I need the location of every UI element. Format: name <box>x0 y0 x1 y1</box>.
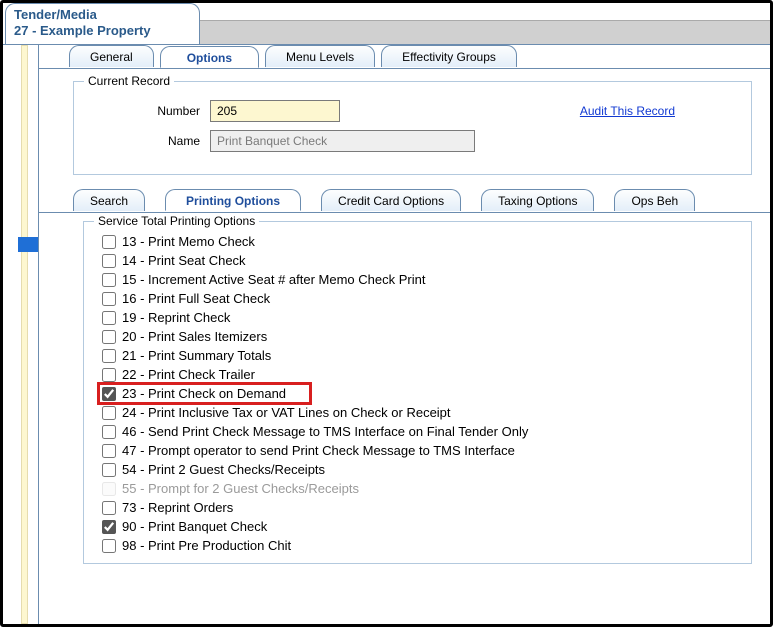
header-area: Tender/Media 27 - Example Property <box>3 3 770 47</box>
tab-effectivity-groups[interactable]: Effectivity Groups <box>381 45 517 67</box>
option-label: 47 - Prompt operator to send Print Check… <box>122 443 515 458</box>
name-label: Name <box>90 134 210 148</box>
option-label: 90 - Print Banquet Check <box>122 519 267 534</box>
option-label: 14 - Print Seat Check <box>122 253 246 268</box>
option-row[interactable]: 90 - Print Banquet Check <box>102 517 741 536</box>
option-checkbox[interactable] <box>102 311 116 325</box>
option-checkbox[interactable] <box>102 406 116 420</box>
option-label: 15 - Increment Active Seat # after Memo … <box>122 272 425 287</box>
option-checkbox[interactable] <box>102 463 116 477</box>
header-right-bar <box>200 20 770 47</box>
option-checkbox[interactable] <box>102 444 116 458</box>
option-label: 24 - Print Inclusive Tax or VAT Lines on… <box>122 405 451 420</box>
printing-options-legend: Service Total Printing Options <box>94 214 259 228</box>
option-row[interactable]: 73 - Reprint Orders <box>102 498 741 517</box>
top-tab-row: General Options Menu Levels Effectivity Gro… <box>39 45 770 69</box>
option-row[interactable]: 46 - Send Print Check Message to TMS Int… <box>102 422 741 441</box>
option-label: 55 - Prompt for 2 Guest Checks/Receipts <box>122 481 359 496</box>
option-checkbox[interactable] <box>102 292 116 306</box>
tab-options[interactable]: Options <box>160 46 259 68</box>
option-row[interactable]: 22 - Print Check Trailer <box>102 365 741 384</box>
number-field[interactable] <box>210 100 340 122</box>
option-checkbox[interactable] <box>102 539 116 553</box>
option-row[interactable]: 15 - Increment Active Seat # after Memo … <box>102 270 741 289</box>
subtab-search[interactable]: Search <box>73 189 145 211</box>
tab-menu-levels[interactable]: Menu Levels <box>265 45 375 67</box>
option-row[interactable]: 13 - Print Memo Check <box>102 232 741 251</box>
option-row[interactable]: 23 - Print Check on Demand <box>102 384 741 403</box>
sub-tab-row: Search Printing Options Credit Card Option… <box>39 189 770 213</box>
current-record-legend: Current Record <box>84 74 174 88</box>
option-checkbox[interactable] <box>102 254 116 268</box>
option-row[interactable]: 47 - Prompt operator to send Print Check… <box>102 441 741 460</box>
gutter-stripe <box>21 45 28 624</box>
printing-options-group: Service Total Printing Options 13 - Prin… <box>83 221 752 564</box>
option-row[interactable]: 24 - Print Inclusive Tax or VAT Lines on… <box>102 403 741 422</box>
subtab-taxing-options[interactable]: Taxing Options <box>481 189 594 211</box>
option-checkbox[interactable] <box>102 387 116 401</box>
left-gutter <box>3 44 38 624</box>
option-label: 22 - Print Check Trailer <box>122 367 255 382</box>
audit-link[interactable]: Audit This Record <box>580 104 675 118</box>
option-label: 98 - Print Pre Production Chit <box>122 538 291 553</box>
subtab-credit-card-options[interactable]: Credit Card Options <box>321 189 461 211</box>
option-label: 21 - Print Summary Totals <box>122 348 271 363</box>
option-checkbox[interactable] <box>102 330 116 344</box>
option-row: 55 - Prompt for 2 Guest Checks/Receipts <box>102 479 741 498</box>
number-label: Number <box>90 104 210 118</box>
subtab-ops-beh[interactable]: Ops Beh <box>614 189 695 211</box>
subtab-printing-options[interactable]: Printing Options <box>165 189 301 211</box>
option-checkbox[interactable] <box>102 520 116 534</box>
option-label: 46 - Send Print Check Message to TMS Int… <box>122 424 528 439</box>
option-checkbox[interactable] <box>102 501 116 515</box>
option-row[interactable]: 98 - Print Pre Production Chit <box>102 536 741 555</box>
main-area: General Options Menu Levels Effectivity Gro… <box>38 44 770 624</box>
current-record-group: Current Record Number Audit This Record … <box>73 81 752 175</box>
option-checkbox[interactable] <box>102 273 116 287</box>
option-label: 73 - Reprint Orders <box>122 500 233 515</box>
option-label: 19 - Reprint Check <box>122 310 230 325</box>
header-tab: Tender/Media 27 - Example Property <box>5 3 200 44</box>
option-row[interactable]: 21 - Print Summary Totals <box>102 346 741 365</box>
option-checkbox <box>102 482 116 496</box>
option-checkbox[interactable] <box>102 425 116 439</box>
option-checkbox[interactable] <box>102 349 116 363</box>
name-field[interactable] <box>210 130 475 152</box>
option-checkbox[interactable] <box>102 368 116 382</box>
option-row[interactable]: 20 - Print Sales Itemizers <box>102 327 741 346</box>
tab-general[interactable]: General <box>69 45 154 67</box>
option-row[interactable]: 19 - Reprint Check <box>102 308 741 327</box>
option-row[interactable]: 54 - Print 2 Guest Checks/Receipts <box>102 460 741 479</box>
option-label: 20 - Print Sales Itemizers <box>122 329 267 344</box>
option-row[interactable]: 14 - Print Seat Check <box>102 251 741 270</box>
option-label: 16 - Print Full Seat Check <box>122 291 270 306</box>
option-label: 23 - Print Check on Demand <box>122 386 286 401</box>
header-title-line1: Tender/Media <box>14 7 191 23</box>
option-row[interactable]: 16 - Print Full Seat Check <box>102 289 741 308</box>
header-title-line2: 27 - Example Property <box>14 23 191 39</box>
option-checkbox[interactable] <box>102 235 116 249</box>
option-label: 54 - Print 2 Guest Checks/Receipts <box>122 462 325 477</box>
option-label: 13 - Print Memo Check <box>122 234 255 249</box>
